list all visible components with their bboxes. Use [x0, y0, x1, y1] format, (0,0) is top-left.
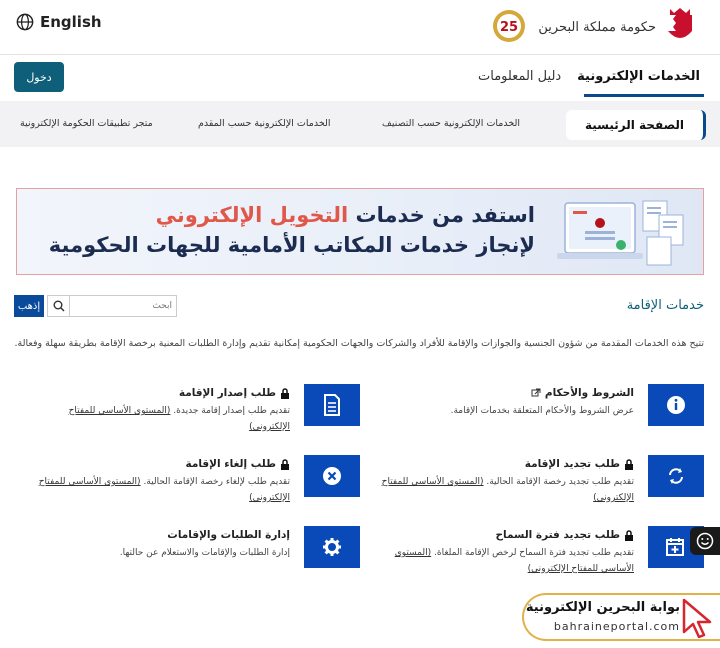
service-title-text: طلب إصدار الإقامة — [178, 387, 276, 399]
lock-icon — [625, 458, 633, 470]
service-desc-text: عرض الشروط والأحكام المتعلقة بخدمات الإق… — [450, 406, 634, 416]
service-desc: تقديم طلب لإلغاء رخصة الإقامة الحالية. (… — [30, 474, 290, 506]
service-desc-text: تقديم طلب لإلغاء رخصة الإقامة الحالية. — [143, 477, 290, 487]
info-icon[interactable] — [648, 384, 704, 426]
top-bar: English حكومة مملكة البحرين 25 — [0, 0, 720, 55]
anniversary-badge-icon: 25 — [493, 10, 526, 42]
service-title[interactable]: إدارة الطلبات والإقامات — [167, 529, 290, 541]
laptop-illustration-icon — [557, 200, 684, 266]
gear-icon[interactable] — [304, 526, 360, 568]
search-box — [47, 295, 177, 317]
search-bar: إذهب — [14, 295, 177, 317]
banner-line-2: لإنجاز خدمات المكاتب الأمامية للجهات الح… — [48, 233, 535, 257]
main-nav: دخول دليل المعلومات الخدمات الإلكترونية — [0, 55, 720, 101]
service-title[interactable]: طلب إصدار الإقامة — [179, 387, 290, 399]
service-card-terms[interactable]: الشروط والأحكام عرض الشروط والأحكام المت… — [359, 384, 704, 444]
watermark-title: بوابة البحرين الإلكترونية — [525, 600, 680, 615]
feedback-button[interactable] — [690, 527, 720, 555]
service-title[interactable]: طلب إلغاء الإقامة — [186, 458, 291, 470]
service-desc: تقديم طلب إصدار إقامة جديدة. (المستوى ال… — [30, 403, 290, 435]
svg-text:25: 25 — [500, 20, 518, 35]
lock-icon — [625, 529, 633, 541]
service-card-grace[interactable]: طلب تجديد فترة السماح تقديم طلب تجديد فت… — [359, 526, 704, 586]
external-link-icon — [531, 388, 541, 397]
service-desc: تقديم طلب تجديد فترة السماح لرخص الإقامة… — [374, 545, 634, 577]
subnav-app-store[interactable]: متجر تطبيقات الحكومة الإلكترونية — [20, 118, 153, 129]
service-title-text: الشروط والأحكام — [544, 387, 634, 399]
service-title[interactable]: طلب تجديد فترة السماح — [495, 529, 634, 541]
promo-banner[interactable]: استفد من خدمات التخويل الإلكتروني لإنجاز… — [16, 188, 704, 275]
service-desc-text: إدارة الطلبات والإقامات والاستعلام عن حا… — [119, 548, 290, 558]
login-button[interactable]: دخول — [14, 62, 64, 92]
lock-icon — [281, 458, 289, 470]
active-tab-indicator — [584, 94, 704, 97]
service-desc: تقديم طلب تجديد رخصة الإقامة الحالية. (ا… — [374, 474, 634, 506]
service-title[interactable]: طلب تجديد الإقامة — [525, 458, 634, 470]
service-title-text: طلب إلغاء الإقامة — [185, 458, 277, 470]
globe-icon — [16, 13, 34, 31]
subnav-by-provider[interactable]: الخدمات الإلكترونية حسب المقدم — [198, 118, 331, 129]
lock-icon — [281, 387, 289, 399]
service-card-manage[interactable]: إدارة الطلبات والإقامات إدارة الطلبات وا… — [15, 526, 360, 586]
service-desc-text: تقديم طلب إصدار إقامة جديدة. — [173, 406, 290, 416]
section-intro: تتيح هذه الخدمات المقدمة من شؤون الجنسية… — [14, 338, 704, 349]
service-desc: إدارة الطلبات والإقامات والاستعلام عن حا… — [30, 545, 290, 561]
service-title-text: طلب تجديد الإقامة — [524, 458, 620, 470]
service-title-text: إدارة الطلبات والإقامات — [167, 529, 290, 541]
service-title[interactable]: الشروط والأحكام — [531, 387, 634, 399]
search-input[interactable] — [70, 296, 176, 316]
tab-info-guide[interactable]: دليل المعلومات — [478, 69, 561, 84]
banner-line-1-highlight: التخويل الإلكتروني — [155, 203, 349, 227]
service-desc-text: تقديم طلب تجديد فترة السماح لرخص الإقامة… — [434, 548, 634, 558]
search-icon[interactable] — [48, 296, 70, 316]
cursor-icon — [682, 598, 712, 638]
section-title: خدمات الإقامة — [626, 298, 704, 313]
language-switch[interactable]: English — [16, 13, 102, 31]
cancel-icon[interactable] — [304, 455, 360, 497]
service-desc: عرض الشروط والأحكام المتعلقة بخدمات الإق… — [374, 403, 634, 419]
subnav-home[interactable]: الصفحة الرئيسية — [566, 110, 706, 140]
service-card-issue[interactable]: طلب إصدار الإقامة تقديم طلب إصدار إقامة … — [15, 384, 360, 444]
subnav-by-category[interactable]: الخدمات الإلكترونية حسب التصنيف — [382, 118, 520, 129]
language-label: English — [40, 13, 102, 31]
service-title-text: طلب تجديد فترة السماح — [495, 529, 620, 541]
sub-nav: متجر تطبيقات الحكومة الإلكترونية الخدمات… — [0, 101, 720, 147]
document-icon[interactable] — [304, 384, 360, 426]
service-desc-text: تقديم طلب تجديد رخصة الإقامة الحالية. — [486, 477, 634, 487]
bahrain-crest-icon — [668, 8, 692, 38]
gov-name: حكومة مملكة البحرين — [538, 19, 656, 35]
service-card-renew[interactable]: طلب تجديد الإقامة تقديم طلب تجديد رخصة ا… — [359, 455, 704, 515]
refresh-icon[interactable] — [648, 455, 704, 497]
service-card-cancel[interactable]: طلب إلغاء الإقامة تقديم طلب لإلغاء رخصة … — [15, 455, 360, 515]
smile-icon — [696, 532, 714, 550]
search-go-button[interactable]: إذهب — [14, 295, 44, 317]
banner-line-1: استفد من خدمات التخويل الإلكتروني — [156, 203, 535, 227]
watermark-url: bahraineportal.com — [553, 620, 680, 633]
banner-line-1-prefix: استفد من خدمات — [355, 203, 535, 227]
tab-eservices[interactable]: الخدمات الإلكترونية — [577, 69, 700, 84]
gov-logo[interactable]: حكومة مملكة البحرين 25 — [488, 6, 696, 48]
